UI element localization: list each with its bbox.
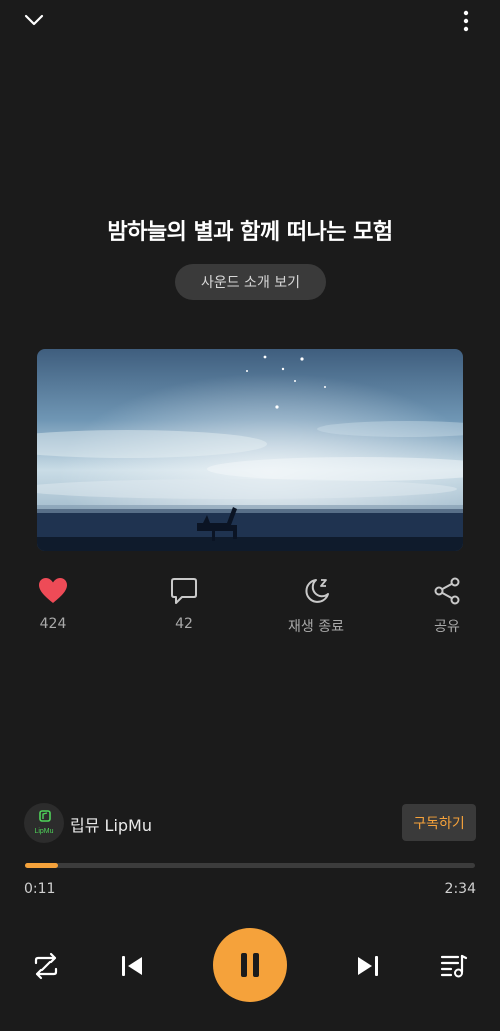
previous-button[interactable]	[114, 948, 150, 984]
comment-count: 42	[175, 616, 193, 632]
sleep-timer-button[interactable]: 재생 종료	[276, 574, 356, 636]
track-title: 밤하늘의 별과 함께 떠나는 모험	[107, 220, 393, 245]
pause-button[interactable]	[213, 928, 287, 1002]
subscribe-button[interactable]: 구독하기	[402, 804, 476, 841]
skip-next-icon	[358, 956, 378, 976]
more-options-button[interactable]	[455, 8, 477, 34]
current-time: 0:11	[24, 881, 56, 897]
comment-button[interactable]: 42	[144, 574, 224, 632]
share-button[interactable]: 공유	[407, 574, 487, 636]
share-icon	[434, 577, 460, 605]
share-label: 공유	[434, 619, 460, 635]
collapse-button[interactable]	[20, 8, 48, 32]
track-artwork	[37, 349, 463, 551]
moon-sleep-icon	[305, 579, 329, 603]
comment-icon	[171, 578, 197, 604]
more-vertical-icon	[463, 10, 469, 32]
channel-avatar-text: LipMu	[34, 828, 53, 835]
sound-intro-button[interactable]: 사운드 소개 보기	[175, 264, 326, 300]
total-time: 2:34	[444, 881, 476, 897]
heart-icon	[39, 578, 67, 603]
repeat-icon	[34, 952, 58, 980]
channel-name[interactable]: 립뮤 LipMu	[70, 812, 152, 836]
channel-logo: LipMu	[34, 810, 54, 835]
chevron-down-icon	[24, 14, 44, 26]
repeat-button[interactable]	[28, 948, 64, 984]
progress-fill	[25, 863, 58, 868]
skip-previous-icon	[122, 956, 142, 976]
pause-icon	[241, 953, 259, 977]
next-button[interactable]	[350, 948, 386, 984]
channel-avatar[interactable]: LipMu	[24, 803, 64, 843]
playlist-icon	[440, 954, 468, 978]
like-button[interactable]: 424	[13, 574, 93, 632]
progress-bar[interactable]	[25, 863, 475, 868]
like-count: 424	[39, 616, 67, 632]
sleep-timer-label: 재생 종료	[288, 619, 344, 635]
playlist-button[interactable]	[436, 948, 472, 984]
